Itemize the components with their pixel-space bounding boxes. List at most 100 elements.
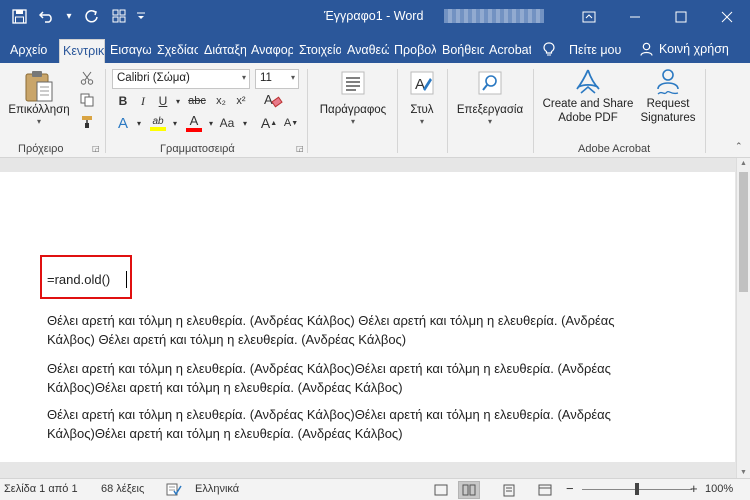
change-case-dropdown-icon[interactable]: ▾: [236, 114, 254, 132]
subscript-button[interactable]: x₂: [212, 92, 230, 110]
italic-button[interactable]: I: [134, 92, 152, 110]
adobe-acrobat-group-label: Adobe Acrobat: [578, 143, 651, 155]
text-cursor: [126, 271, 127, 288]
scroll-down-icon[interactable]: ▼: [740, 469, 747, 476]
zoom-level[interactable]: 100%: [705, 483, 733, 495]
share-button[interactable]: Κοινή χρήση: [640, 39, 729, 56]
svg-text:A: A: [415, 76, 425, 93]
tab-insert[interactable]: Εισαγωγή: [110, 39, 151, 63]
ribbon-display-icon[interactable]: [566, 0, 612, 33]
paragraph-button[interactable]: Παράγραφος ▾: [312, 69, 394, 126]
tab-references[interactable]: Αναφορές: [251, 39, 293, 63]
paste-label: Επικόλληση: [8, 104, 70, 116]
tell-me-label: Πείτε μου: [569, 42, 622, 57]
copy-icon[interactable]: [78, 91, 96, 109]
change-case-button[interactable]: Aa: [216, 114, 238, 132]
tab-review[interactable]: Αναθεώρηση: [347, 39, 389, 63]
maximize-icon[interactable]: [658, 0, 704, 33]
highlight-dropdown-icon[interactable]: ▾: [166, 114, 184, 132]
tab-acrobat[interactable]: Acrobat: [489, 39, 531, 63]
editing-dropdown-icon: ▾: [487, 117, 492, 126]
text-effects-dropdown-icon[interactable]: ▾: [130, 114, 148, 132]
quick-access-toolbar: ▾: [6, 5, 148, 27]
formula-text: =rand.old(): [47, 272, 111, 287]
tab-layout[interactable]: Διάταξη: [204, 39, 246, 63]
undo-icon[interactable]: [34, 5, 60, 27]
touch-mode-icon[interactable]: [106, 5, 132, 27]
font-launcher-icon[interactable]: ◲: [296, 144, 304, 153]
strikethrough-button[interactable]: abc: [186, 92, 208, 110]
paragraph-2: Θέλει αρετή και τόλμη η ελευθερία. (Ανδρ…: [47, 359, 687, 397]
styles-icon: A: [410, 71, 434, 95]
grow-font-button[interactable]: A ▲: [260, 114, 278, 132]
bold-button[interactable]: B: [114, 92, 132, 110]
tab-view[interactable]: Προβολή: [394, 39, 436, 63]
tab-help[interactable]: Βοήθεια: [442, 39, 484, 63]
undo-dropdown-icon[interactable]: ▾: [62, 5, 76, 27]
editing-button[interactable]: Επεξεργασία ▾: [450, 69, 530, 126]
tab-file[interactable]: Αρχείο: [10, 39, 52, 63]
paste-icon: [25, 71, 53, 102]
minimize-icon[interactable]: [612, 0, 658, 33]
font-group: Calibri (Σώμα) ▾ 11 ▾ B I U ▾ abc x₂ x² …: [106, 63, 306, 158]
request-signatures-button[interactable]: Request Signatures: [638, 67, 698, 125]
font-name-combo[interactable]: Calibri (Σώμα) ▾: [112, 69, 250, 89]
font-name-value: Calibri (Σώμα): [117, 72, 190, 84]
paragraph-1: Θέλει αρετή και τόλμη η ελευθερία. (Ανδρ…: [47, 311, 687, 349]
tab-design[interactable]: Σχεδίαση: [157, 39, 198, 63]
close-icon[interactable]: [704, 0, 750, 33]
vertical-scrollbar[interactable]: ▲ ▼: [736, 158, 750, 478]
clipboard-group: Επικόλληση ▾ Πρόχειρο ◲: [0, 63, 104, 158]
underline-dropdown-icon[interactable]: ▾: [169, 92, 187, 110]
font-color-button[interactable]: A: [184, 112, 204, 134]
superscript-button[interactable]: x²: [232, 92, 250, 110]
tell-me-box[interactable]: Πείτε μου: [543, 39, 621, 57]
tab-home[interactable]: Κεντρική: [59, 39, 105, 63]
cut-icon[interactable]: [78, 69, 96, 87]
tab-mailings[interactable]: Στοιχεία: [299, 39, 341, 63]
grow-font-glyph: A: [260, 115, 271, 131]
word-count[interactable]: 68 λέξεις: [101, 483, 144, 495]
focus-mode-icon[interactable]: [430, 481, 452, 499]
font-color-glyph: A: [189, 113, 199, 128]
web-layout-icon[interactable]: [534, 481, 556, 499]
create-share-pdf-button[interactable]: Create and Share Adobe PDF: [538, 67, 638, 125]
clear-formatting-icon[interactable]: A: [260, 89, 286, 111]
signature-icon: [657, 69, 679, 95]
highlight-button[interactable]: ab: [148, 112, 168, 134]
customize-qat-icon[interactable]: [134, 5, 148, 27]
adobe-acrobat-group: Create and Share Adobe PDF Request Signa…: [534, 63, 704, 158]
collapse-ribbon-icon[interactable]: ⌃: [735, 141, 743, 152]
styles-button[interactable]: A Στυλ ▾: [400, 69, 444, 126]
zoom-in-button[interactable]: +: [690, 481, 698, 496]
clipboard-launcher-icon[interactable]: ◲: [92, 144, 100, 153]
print-layout-icon[interactable]: [498, 481, 520, 499]
paragraph-2-line-1: Θέλει αρετή και τόλμη η ελευθερία. (Ανδρ…: [47, 361, 611, 376]
zoom-slider-thumb[interactable]: [635, 483, 639, 495]
format-painter-icon[interactable]: [78, 113, 96, 131]
shrink-font-glyph: A: [283, 117, 292, 129]
font-size-dropdown-icon[interactable]: ▾: [291, 73, 295, 82]
language-indicator[interactable]: Ελληνικά: [195, 483, 239, 495]
paragraph-3-line-1: Θέλει αρετή και τόλμη η ελευθερία. (Ανδρ…: [47, 407, 611, 422]
ribbon-tabs: Αρχείο Κεντρική Εισαγωγή Σχεδίαση Διάταξ…: [0, 33, 750, 63]
blurred-account-name: [444, 9, 544, 23]
font-size-combo[interactable]: 11 ▾: [255, 69, 299, 89]
scroll-up-icon[interactable]: ▲: [740, 160, 747, 167]
save-icon[interactable]: [6, 5, 32, 27]
proofing-icon[interactable]: [166, 483, 182, 499]
paste-dropdown-icon[interactable]: ▾: [37, 117, 41, 126]
ribbon: Επικόλληση ▾ Πρόχειρο ◲ Calibri (Σώμα) ▾…: [0, 63, 750, 158]
paragraph-icon: [341, 71, 365, 95]
font-group-label: Γραμματοσειρά: [160, 143, 235, 155]
redo-icon[interactable]: [78, 5, 104, 27]
zoom-out-button[interactable]: −: [566, 481, 574, 496]
paste-button[interactable]: Επικόλληση ▾: [6, 69, 72, 126]
create-share-pdf-label: Create and Share Adobe PDF: [542, 98, 634, 124]
font-name-dropdown-icon[interactable]: ▾: [242, 73, 246, 82]
read-mode-icon[interactable]: [458, 481, 480, 499]
editing-group: Επεξεργασία ▾: [448, 63, 532, 158]
scrollbar-thumb[interactable]: [739, 172, 748, 292]
page-count[interactable]: Σελίδα 1 από 1: [4, 483, 78, 495]
shrink-font-button[interactable]: A ▼: [282, 114, 300, 132]
